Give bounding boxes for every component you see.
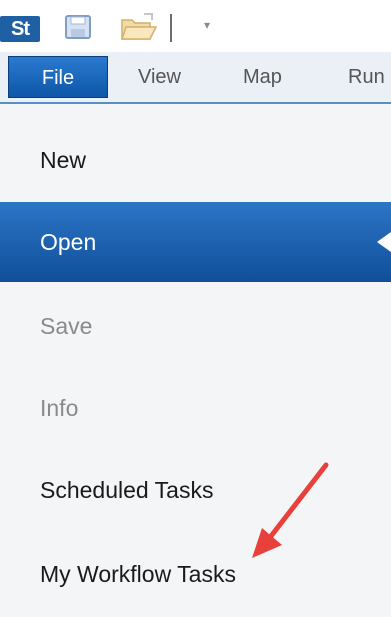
save-icon[interactable] (64, 14, 92, 40)
menu-item-scheduled-tasks[interactable]: Scheduled Tasks (0, 450, 391, 530)
menu-item-open-label: Open (40, 229, 97, 255)
menu-item-new[interactable]: New (0, 120, 391, 200)
ribbon-tabs: File View Map Run (0, 52, 391, 104)
app-logo[interactable]: St (0, 16, 40, 42)
menu-item-save[interactable]: Save (0, 286, 391, 366)
menu-item-open[interactable]: Open (0, 202, 391, 282)
tab-run[interactable]: Run (348, 58, 385, 96)
customize-dropdown-icon[interactable]: ▾ (200, 14, 214, 36)
toolbar-separator (170, 14, 172, 42)
tab-view[interactable]: View (138, 58, 181, 96)
file-backstage-menu: New Open Save Info Scheduled Tasks My Wo… (0, 104, 391, 617)
quick-access-toolbar: St ▾ (0, 0, 391, 52)
menu-item-info[interactable]: Info (0, 368, 391, 448)
tab-file[interactable]: File (8, 56, 108, 98)
tab-map[interactable]: Map (243, 58, 282, 96)
open-folder-icon[interactable] (120, 10, 158, 42)
menu-item-my-workflow-tasks[interactable]: My Workflow Tasks (0, 534, 391, 614)
selection-pointer-icon (377, 232, 391, 252)
